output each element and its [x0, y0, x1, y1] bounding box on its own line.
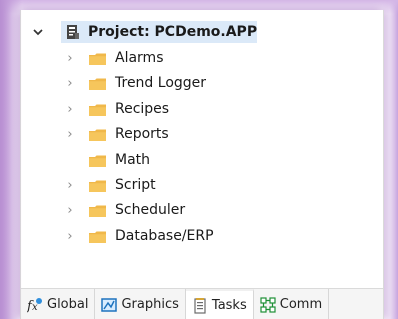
tab-global[interactable]: f x Global: [21, 289, 96, 319]
tree-item-alarms[interactable]: › Alarms: [21, 46, 383, 71]
tree-item-math[interactable]: Math: [21, 148, 383, 173]
chevron-right-icon[interactable]: ›: [63, 71, 77, 96]
tab-label: Comm: [279, 297, 323, 312]
tab-graphics[interactable]: Graphics: [95, 289, 186, 319]
tree-item-label[interactable]: Script: [115, 173, 156, 198]
communication-icon: [260, 296, 276, 313]
chevron-down-icon-svg: [33, 29, 43, 36]
tree-item-label[interactable]: Scheduler: [115, 198, 185, 223]
tree-item-scheduler[interactable]: › Scheduler: [21, 198, 383, 223]
tab-label: Graphics: [121, 297, 179, 312]
tree-item-label[interactable]: Reports: [115, 122, 169, 147]
chevron-right-icon[interactable]: ›: [63, 46, 77, 71]
project-icon: [67, 25, 79, 39]
folder-icon: [89, 180, 106, 192]
tab-label: Global: [47, 297, 89, 312]
chevron-down-icon[interactable]: [31, 18, 45, 46]
chevron-right-icon[interactable]: ›: [63, 173, 77, 198]
tree-item-script[interactable]: › Script: [21, 173, 383, 198]
folder-icon: [89, 205, 106, 218]
tree-item-database-erp[interactable]: › Database/ERP: [21, 224, 383, 249]
svg-text:x: x: [32, 302, 38, 313]
tab-tasks[interactable]: Tasks: [185, 289, 254, 319]
tree-item-label[interactable]: Math: [115, 148, 150, 173]
tree-item-recipes[interactable]: › Recipes: [21, 97, 383, 122]
tab-comm[interactable]: Comm: [254, 289, 330, 319]
tree-item-label[interactable]: Recipes: [115, 97, 169, 122]
function-icon: f x: [27, 297, 42, 313]
folder-icon: [89, 78, 106, 91]
project-tree[interactable]: Project: PCDemo.APP › Alarms › Trend Log…: [21, 10, 383, 280]
tree-item-label[interactable]: Database/ERP: [115, 224, 214, 249]
project-root-label[interactable]: Project: PCDemo.APP: [88, 18, 257, 46]
chevron-right-icon[interactable]: ›: [63, 198, 77, 223]
tree-item-label[interactable]: Alarms: [115, 46, 164, 71]
project-explorer-panel: Project: PCDemo.APP › Alarms › Trend Log…: [20, 10, 384, 319]
workspace-tabs: f x Global Graphics Tasks Comm: [21, 288, 383, 319]
graphics-icon: [101, 297, 118, 312]
project-root-node[interactable]: Project: PCDemo.APP: [21, 18, 383, 46]
folder-icon: [89, 231, 106, 243]
workspace-background: Project: PCDemo.APP › Alarms › Trend Log…: [0, 0, 398, 319]
chevron-right-icon[interactable]: ›: [63, 122, 77, 147]
tree-item-reports[interactable]: › Reports: [21, 122, 383, 147]
folder-icon: [89, 129, 106, 142]
folder-icon: [89, 155, 106, 167]
tab-label: Tasks: [211, 298, 247, 313]
tasks-icon: [194, 297, 206, 314]
folder-icon: [89, 104, 106, 116]
chevron-right-icon[interactable]: ›: [63, 224, 77, 249]
folder-icon: [89, 53, 106, 65]
tree-item-label[interactable]: Trend Logger: [115, 71, 206, 96]
chevron-right-icon[interactable]: ›: [63, 97, 77, 122]
tree-item-trend-logger[interactable]: › Trend Logger: [21, 71, 383, 96]
